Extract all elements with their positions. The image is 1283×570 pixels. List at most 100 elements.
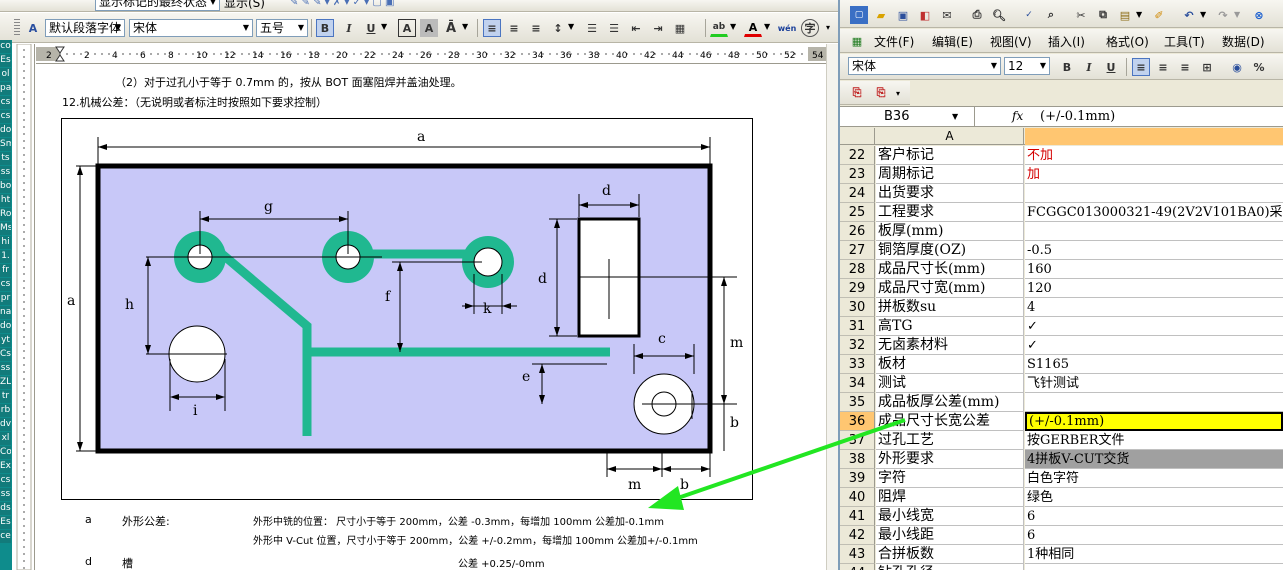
strip-icon[interactable]: cs (0, 110, 11, 123)
row-header[interactable]: 26 (840, 222, 875, 241)
row-header[interactable]: 22 (840, 146, 875, 165)
pdf-convert-icon[interactable]: ⎘ (848, 84, 866, 102)
strip-icon[interactable]: ol (0, 68, 11, 81)
character-shading-button[interactable]: A (420, 19, 438, 37)
cell-b[interactable] (1025, 184, 1283, 203)
cell-a[interactable]: 测试 (876, 374, 1024, 393)
row-header[interactable]: 24 (840, 184, 875, 203)
strip-icon[interactable]: 1. (0, 250, 11, 263)
strip-icon[interactable]: dv (0, 418, 11, 431)
strip-icon[interactable]: do (0, 124, 11, 137)
cell-b[interactable]: 6 (1025, 507, 1283, 526)
percent-button[interactable]: % (1250, 58, 1268, 76)
redo-icon[interactable]: ↷ (1214, 6, 1232, 24)
row-header[interactable]: 40 (840, 488, 875, 507)
cell-a[interactable]: 最小线距 (876, 526, 1024, 545)
strip-icon[interactable]: ss (0, 362, 11, 375)
cell-a[interactable]: 周期标记 (876, 165, 1024, 184)
strip-icon[interactable]: Sm (0, 138, 11, 151)
menu-data[interactable]: 数据(D) (1222, 33, 1265, 50)
strip-icon[interactable]: hi (0, 236, 11, 249)
strip-icon[interactable]: cs (0, 96, 11, 109)
row-header[interactable]: 30 (840, 298, 875, 317)
menu-view[interactable]: 视图(V) (990, 33, 1032, 50)
numbering-icon[interactable]: ☰ (583, 19, 601, 37)
excel-italic-button[interactable]: I (1080, 58, 1098, 76)
cell-a[interactable]: 成品尺寸长(mm) (876, 260, 1024, 279)
currency-icon[interactable]: ◉ (1228, 58, 1246, 76)
row-header[interactable]: 34 (840, 374, 875, 393)
strip-icon[interactable]: Es (0, 54, 11, 67)
strip-icon[interactable]: ce (0, 530, 11, 543)
strip-icon[interactable]: xl (0, 432, 11, 445)
cut-icon[interactable]: ✂ (1072, 6, 1090, 24)
new-document-icon[interactable]: ▢ (850, 6, 868, 24)
menu-insert[interactable]: 插入(I) (1048, 33, 1085, 50)
cell-a[interactable]: 过孔工艺 (876, 431, 1024, 450)
menu-format[interactable]: 格式(O) (1106, 33, 1149, 50)
row-header[interactable]: 29 (840, 279, 875, 298)
strip-icon[interactable]: Ex (0, 460, 11, 473)
pdf-email-icon[interactable]: ⎘ (872, 84, 890, 102)
cell-a[interactable]: 最小线宽 (876, 507, 1024, 526)
cell-a[interactable]: 拼板数su (876, 298, 1024, 317)
review-icons[interactable]: ✎ ✎ ✎ ▾ ✗ ▾ ✓ ▾ ▢ ▣ (290, 0, 510, 9)
row-header[interactable]: 44 (840, 564, 875, 570)
strip-icon[interactable]: tr (0, 390, 11, 403)
hyperlink-icon[interactable]: ⊗ (1250, 6, 1268, 24)
cell-b[interactable]: 绿色 (1025, 488, 1283, 507)
cell-b[interactable] (1025, 393, 1283, 412)
vertical-scrollbar[interactable] (826, 44, 838, 570)
toolbar-options-icon[interactable]: ▾ (826, 23, 830, 32)
undo-icon[interactable]: ↶ (1180, 6, 1198, 24)
print-preview-icon[interactable]: 🔍︎ (990, 6, 1008, 24)
cell-b[interactable]: S1165 (1025, 355, 1283, 374)
cell-b[interactable]: 1种相同 (1025, 545, 1283, 564)
excel-bold-button[interactable]: B (1058, 58, 1076, 76)
character-scaling-icon[interactable]: Ā (442, 19, 460, 37)
cell-b[interactable]: 不加 (1025, 146, 1283, 165)
row-header[interactable]: 36 (840, 412, 875, 431)
select-all-corner[interactable] (840, 128, 875, 145)
row-header[interactable]: 37 (840, 431, 875, 450)
strip-icon[interactable]: ss (0, 166, 11, 179)
highlight-icon[interactable]: ab (710, 19, 728, 37)
strip-icon[interactable]: ts (0, 152, 11, 165)
strip-icon[interactable]: na (0, 306, 11, 319)
strip-icon[interactable]: ds (0, 502, 11, 515)
cell-b[interactable]: 160 (1025, 260, 1283, 279)
line-spacing-icon[interactable]: ↕ (549, 19, 567, 37)
excel-app-icon[interactable]: ▦ (848, 32, 866, 50)
strip-icon[interactable]: Ms (0, 222, 11, 235)
cell-b[interactable]: 白色字符 (1025, 469, 1283, 488)
align-right-icon[interactable]: ≡ (527, 19, 545, 37)
chevron-down-icon[interactable]: ▼ (1136, 10, 1142, 19)
print-icon[interactable]: ⎙ (968, 6, 986, 24)
underline-button[interactable]: U (362, 19, 380, 37)
paste-icon[interactable]: ▤ (1116, 6, 1134, 24)
cell-a[interactable]: 铜箔厚度(OZ) (876, 241, 1024, 260)
cell-b[interactable]: 4拼板V-CUT交货 (1025, 450, 1283, 469)
row-header[interactable]: 41 (840, 507, 875, 526)
cell-a[interactable]: 客户标记 (876, 146, 1024, 165)
row-header[interactable]: 33 (840, 355, 875, 374)
chevron-down-icon[interactable]: ▼ (952, 107, 958, 126)
spelling-icon[interactable]: ✓ (1020, 6, 1038, 24)
strip-icon[interactable]: fr (0, 264, 11, 277)
cell-b[interactable]: 120 (1025, 279, 1283, 298)
chevron-down-icon[interactable]: ▼ (1234, 10, 1240, 19)
strip-icon[interactable]: ss (0, 488, 11, 501)
copy-icon[interactable]: ⧉ (1094, 6, 1112, 24)
toolbar-options-icon[interactable]: ▾ (896, 89, 900, 98)
cell-a[interactable]: 工程要求 (876, 203, 1024, 222)
cell-a[interactable]: 字符 (876, 469, 1024, 488)
strip-icon[interactable]: cs (0, 278, 11, 291)
cell-a[interactable]: 成品尺寸宽(mm) (876, 279, 1024, 298)
cell-b[interactable] (1025, 564, 1283, 570)
open-folder-icon[interactable]: ▰ (872, 6, 890, 24)
excel-align-left-icon[interactable]: ≡ (1132, 58, 1150, 76)
row-header[interactable]: 23 (840, 165, 875, 184)
chevron-down-icon[interactable]: ▼ (764, 22, 770, 31)
strip-icon[interactable]: co (0, 40, 11, 53)
horizontal-ruler[interactable]: 2 2 4 6 8 10 12 14 16 18 20 22 24 26 28 30 32 34 36 38 40 42 4… (36, 44, 838, 64)
